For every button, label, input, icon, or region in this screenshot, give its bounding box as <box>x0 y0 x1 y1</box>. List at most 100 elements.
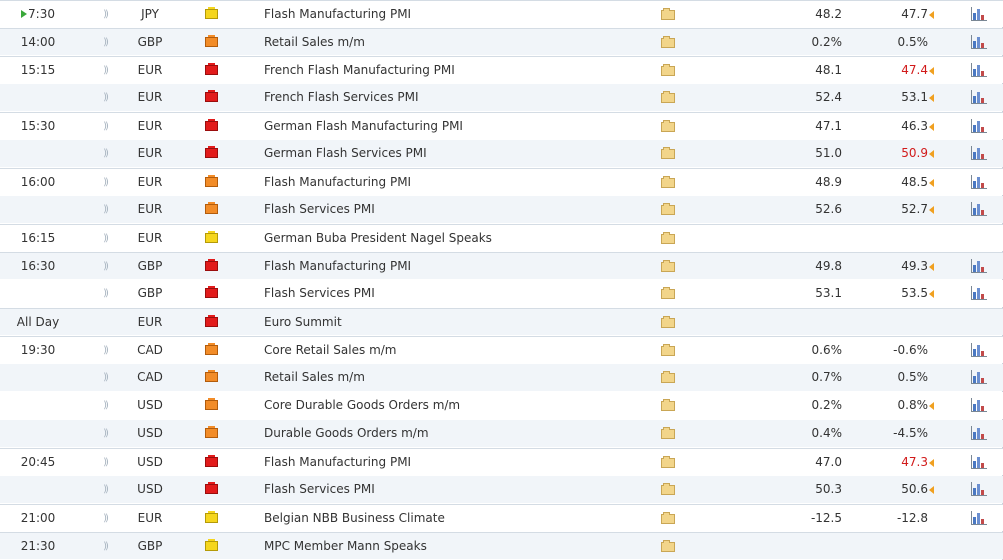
folder-icon[interactable] <box>661 287 675 299</box>
table-row[interactable]: )) EUR German Flash Services PMI 51.0 50.9 <box>0 140 1003 167</box>
folder-icon[interactable] <box>661 540 675 552</box>
revision-arrow-icon[interactable] <box>929 94 934 102</box>
impact-high-icon[interactable] <box>205 90 218 102</box>
table-row[interactable]: All Day EUR Euro Summit <box>0 308 1003 335</box>
sound-icon[interactable]: )) <box>98 57 112 84</box>
revision-arrow-icon[interactable] <box>929 150 934 158</box>
revision-arrow-icon[interactable] <box>929 263 934 271</box>
chart-icon[interactable] <box>971 343 987 357</box>
table-row[interactable]: 16:00)) EUR Flash Manufacturing PMI 48.9 48.… <box>0 168 1003 195</box>
table-row[interactable]: 16:30)) GBP Flash Manufacturing PMI 49.8 49.… <box>0 252 1003 279</box>
table-row[interactable]: 21:00)) EUR Belgian NBB Business Climate -1… <box>0 504 1003 531</box>
sound-icon[interactable]: )) <box>98 140 112 167</box>
folder-icon[interactable] <box>661 316 675 328</box>
revision-arrow-icon[interactable] <box>929 402 934 410</box>
event-title[interactable]: French Flash Manufacturing PMI <box>264 57 644 84</box>
revision-arrow-icon[interactable] <box>929 290 934 298</box>
sound-icon[interactable]: )) <box>98 533 112 560</box>
chart-icon[interactable] <box>971 90 987 104</box>
table-row[interactable]: )) USD Flash Services PMI 50.3 50.6 <box>0 476 1003 503</box>
impact-med-icon[interactable] <box>205 398 218 410</box>
table-row[interactable]: 15:30)) EUR German Flash Manufacturing PMI… <box>0 112 1003 139</box>
sound-icon[interactable]: )) <box>98 392 112 419</box>
folder-icon[interactable] <box>661 36 675 48</box>
table-row[interactable]: 15:15)) EUR French Flash Manufacturing PMI… <box>0 56 1003 83</box>
sound-icon[interactable]: )) <box>98 84 112 111</box>
sound-icon[interactable]: )) <box>98 364 112 391</box>
revision-arrow-icon[interactable] <box>929 206 934 214</box>
event-title[interactable]: Flash Manufacturing PMI <box>264 1 644 28</box>
folder-icon[interactable] <box>661 147 675 159</box>
folder-icon[interactable] <box>661 64 675 76</box>
sound-icon[interactable]: )) <box>98 337 112 364</box>
chart-icon[interactable] <box>971 482 987 496</box>
folder-icon[interactable] <box>661 399 675 411</box>
chart-icon[interactable] <box>971 119 987 133</box>
impact-high-icon[interactable] <box>205 146 218 158</box>
table-row[interactable]: 7:30)) JPY Flash Manufacturing PMI 48.2 47.7 <box>0 0 1003 27</box>
sound-icon[interactable]: )) <box>98 1 112 28</box>
event-title[interactable]: Euro Summit <box>264 309 644 336</box>
sound-icon[interactable]: )) <box>98 476 112 503</box>
folder-icon[interactable] <box>661 232 675 244</box>
impact-med-icon[interactable] <box>205 343 218 355</box>
event-title[interactable]: Flash Services PMI <box>264 476 644 503</box>
table-row[interactable]: )) EUR French Flash Services PMI 52.4 53.1 <box>0 84 1003 111</box>
chart-icon[interactable] <box>971 202 987 216</box>
table-row[interactable]: )) USD Core Durable Goods Orders m/m 0.2% 0.… <box>0 392 1003 419</box>
event-title[interactable]: German Flash Services PMI <box>264 140 644 167</box>
chart-icon[interactable] <box>971 511 987 525</box>
event-title[interactable]: Core Durable Goods Orders m/m <box>264 392 644 419</box>
folder-icon[interactable] <box>661 120 675 132</box>
impact-low-icon[interactable] <box>205 7 218 19</box>
sound-icon[interactable]: )) <box>98 196 112 223</box>
revision-arrow-icon[interactable] <box>929 11 934 19</box>
sound-icon[interactable]: )) <box>98 29 112 56</box>
impact-high-icon[interactable] <box>205 455 218 467</box>
folder-icon[interactable] <box>661 344 675 356</box>
chart-icon[interactable] <box>971 259 987 273</box>
chart-icon[interactable] <box>971 35 987 49</box>
impact-med-icon[interactable] <box>205 426 218 438</box>
event-title[interactable]: German Flash Manufacturing PMI <box>264 113 644 140</box>
sound-icon[interactable]: )) <box>98 225 112 252</box>
sound-icon[interactable]: )) <box>98 420 112 447</box>
event-title[interactable]: Flash Manufacturing PMI <box>264 253 644 280</box>
table-row[interactable]: 21:30)) GBP MPC Member Mann Speaks <box>0 532 1003 559</box>
folder-icon[interactable] <box>661 203 675 215</box>
sound-icon[interactable]: )) <box>98 449 112 476</box>
event-title[interactable]: French Flash Services PMI <box>264 84 644 111</box>
revision-arrow-icon[interactable] <box>929 123 934 131</box>
sound-icon[interactable]: )) <box>98 113 112 140</box>
impact-high-icon[interactable] <box>205 482 218 494</box>
impact-high-icon[interactable] <box>205 286 218 298</box>
sound-icon[interactable]: )) <box>98 169 112 196</box>
table-row[interactable]: )) USD Durable Goods Orders m/m 0.4% -4.5% <box>0 420 1003 447</box>
sound-icon[interactable]: )) <box>98 505 112 532</box>
event-title[interactable]: German Buba President Nagel Speaks <box>264 225 644 252</box>
impact-low-icon[interactable] <box>205 511 218 523</box>
impact-med-icon[interactable] <box>205 175 218 187</box>
table-row[interactable]: 14:00)) GBP Retail Sales m/m 0.2% 0.5% <box>0 28 1003 55</box>
table-row[interactable]: 20:45)) USD Flash Manufacturing PMI 47.0 47.… <box>0 448 1003 475</box>
chart-icon[interactable] <box>971 175 987 189</box>
folder-icon[interactable] <box>661 260 675 272</box>
sound-icon[interactable]: )) <box>98 280 112 307</box>
sound-icon[interactable]: )) <box>98 253 112 280</box>
event-title[interactable]: Belgian NBB Business Climate <box>264 505 644 532</box>
chart-icon[interactable] <box>971 398 987 412</box>
folder-icon[interactable] <box>661 8 675 20</box>
chart-icon[interactable] <box>971 63 987 77</box>
chart-icon[interactable] <box>971 426 987 440</box>
impact-med-icon[interactable] <box>205 35 218 47</box>
impact-low-icon[interactable] <box>205 231 218 243</box>
folder-icon[interactable] <box>661 176 675 188</box>
folder-icon[interactable] <box>661 512 675 524</box>
event-title[interactable]: Flash Manufacturing PMI <box>264 169 644 196</box>
impact-med-icon[interactable] <box>205 202 218 214</box>
revision-arrow-icon[interactable] <box>929 179 934 187</box>
event-title[interactable]: Retail Sales m/m <box>264 364 644 391</box>
impact-low-icon[interactable] <box>205 539 218 551</box>
chart-icon[interactable] <box>971 146 987 160</box>
table-row[interactable]: )) CAD Retail Sales m/m 0.7% 0.5% <box>0 364 1003 391</box>
